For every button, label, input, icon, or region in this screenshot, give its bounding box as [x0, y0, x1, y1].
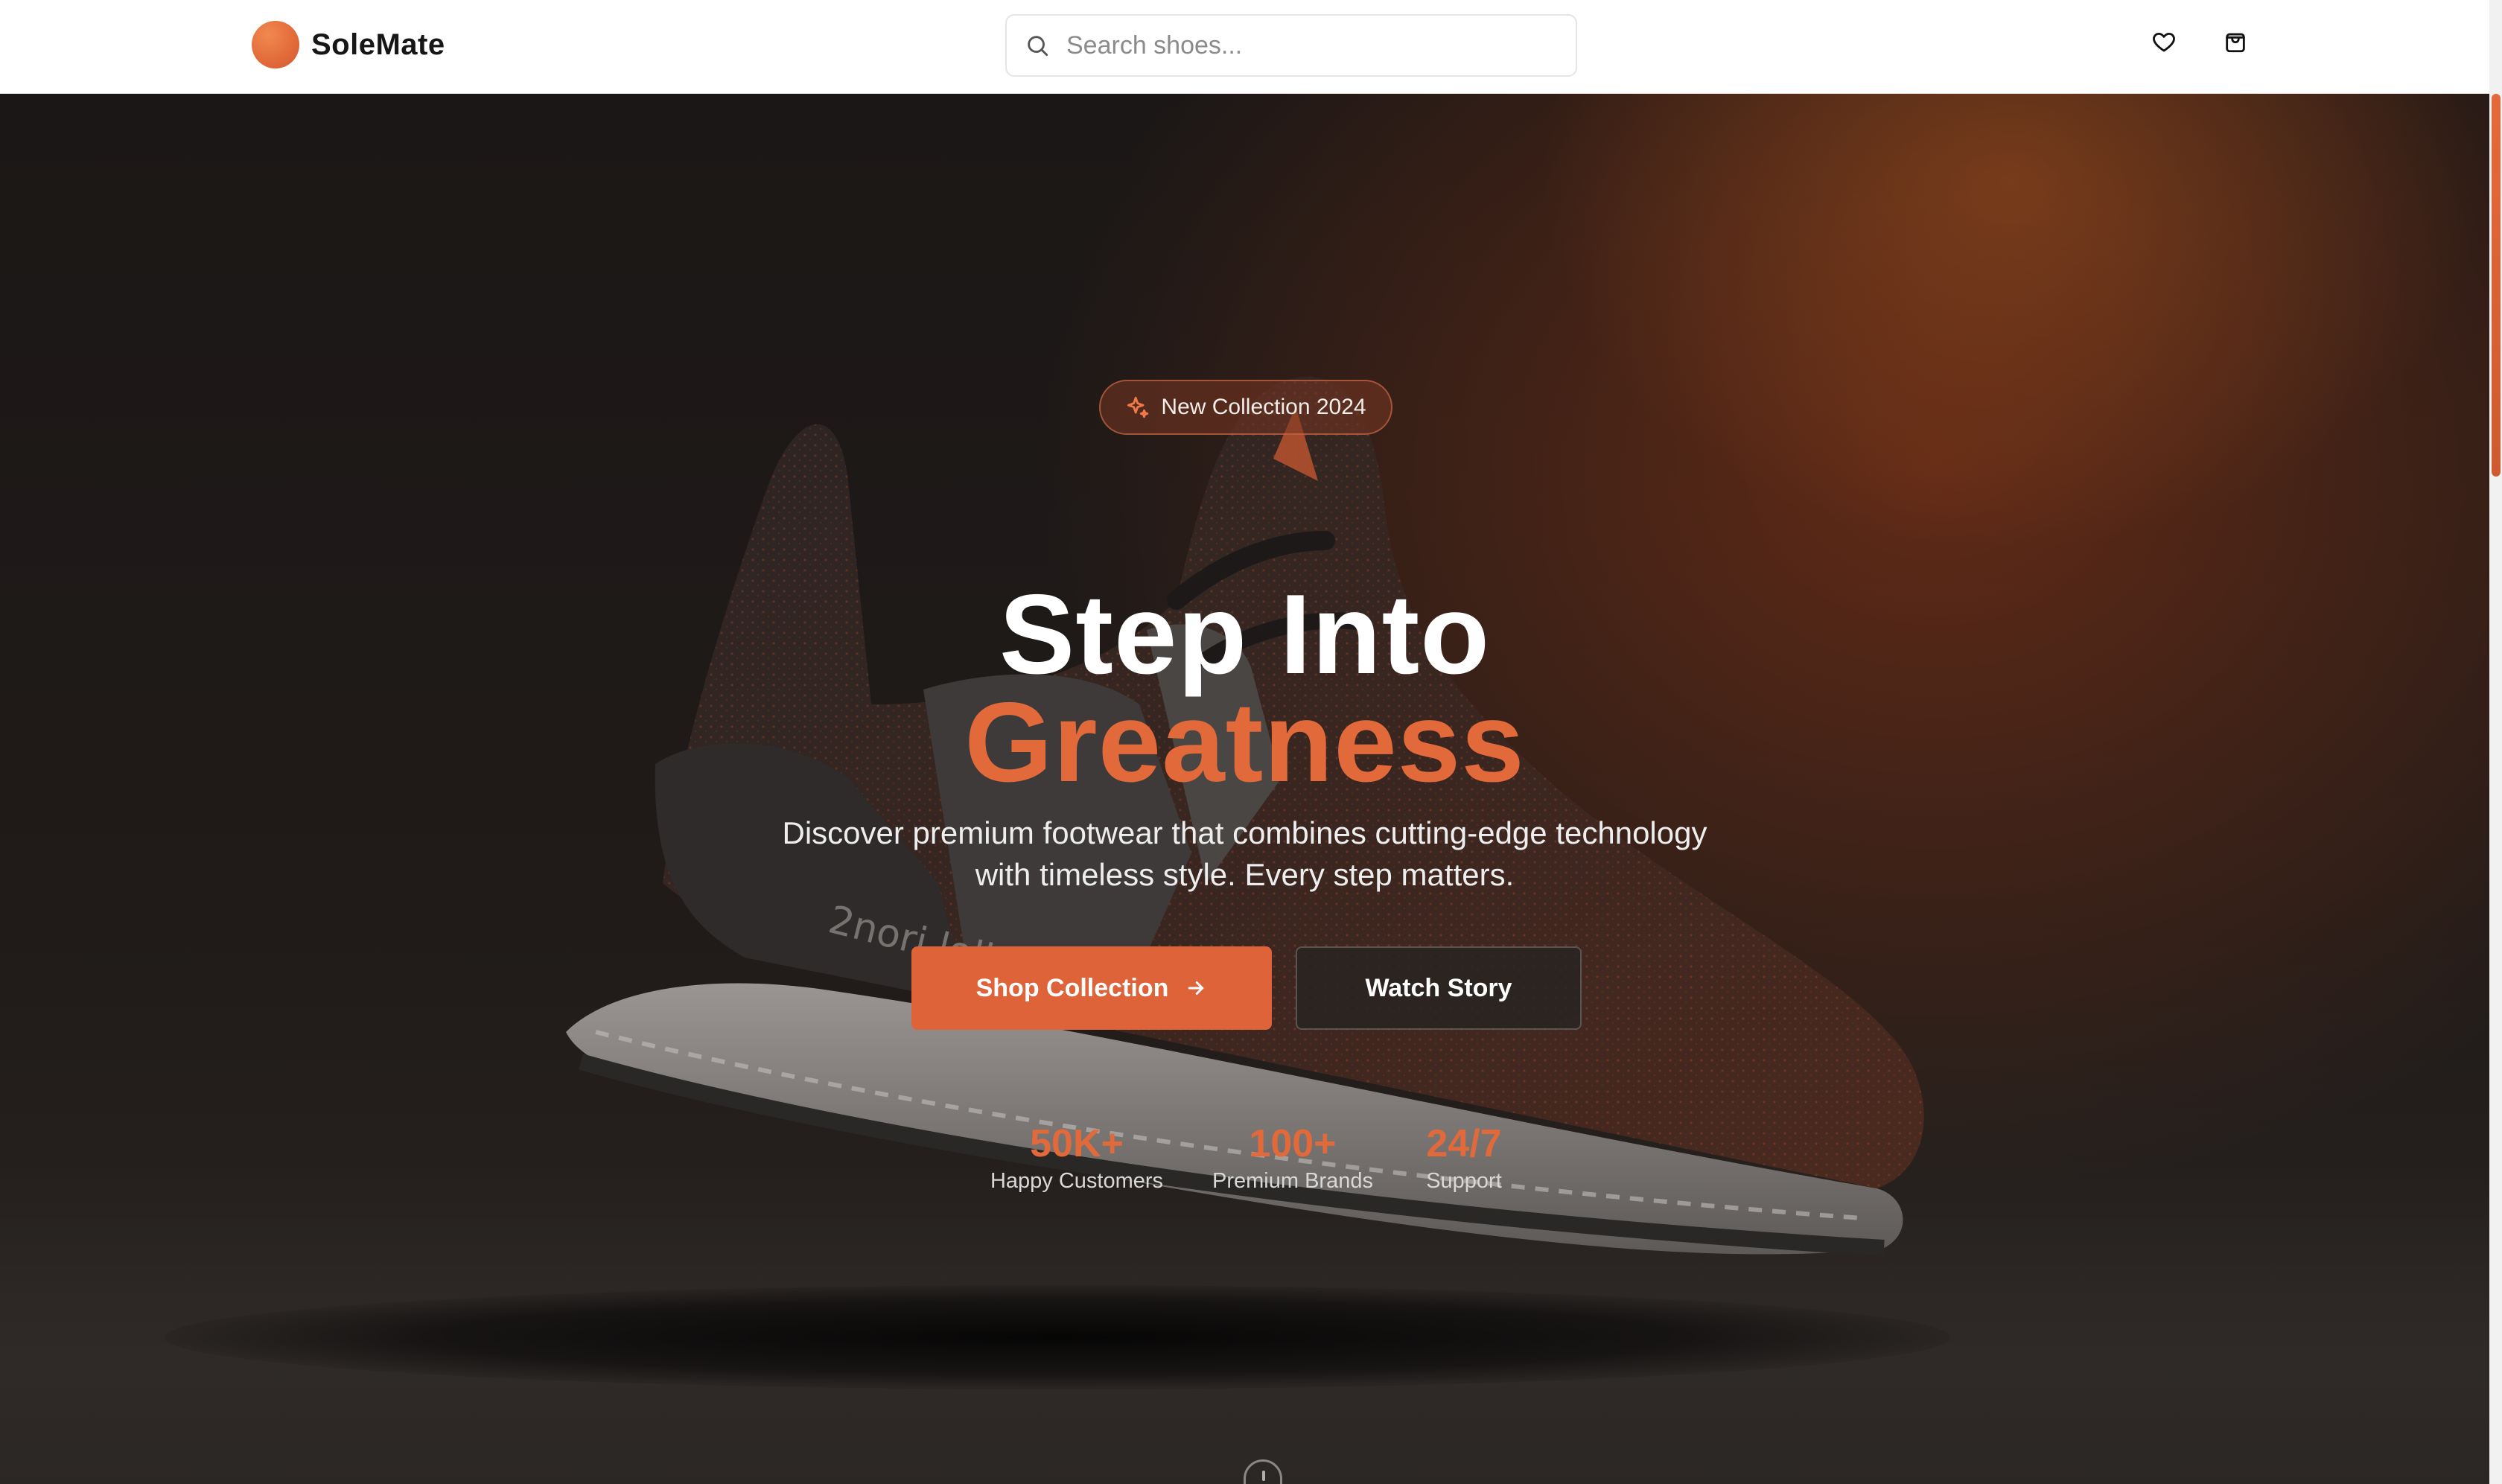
hero-title-line1: Step Into	[999, 571, 1491, 698]
hero-subtitle-line1: Discover premium footwear that combines …	[782, 815, 1707, 850]
stat-label: Premium Brands	[1212, 1169, 1373, 1193]
cart-button[interactable]	[2221, 27, 2250, 57]
brand-name: SoleMate	[311, 28, 445, 61]
hero-subtitle-line2: with timeless style. Every step matters.	[975, 857, 1515, 892]
hero-section: 2nori lolle New Collection 2024 Step Int…	[0, 94, 2489, 1484]
collection-badge: New Collection 2024	[1099, 380, 1392, 435]
stat-value: 24/7	[1426, 1122, 1502, 1165]
badge-label: New Collection 2024	[1161, 395, 1366, 419]
brand-logo-icon	[252, 21, 299, 69]
search-input[interactable]	[1066, 31, 1543, 60]
sparkles-icon	[1127, 396, 1149, 418]
stat-brands: 100+ Premium Brands	[1196, 1121, 1390, 1196]
stat-value: 50K+	[1030, 1122, 1124, 1165]
stat-label: Support	[1426, 1169, 1502, 1193]
stat-support: 24/7 Support	[1412, 1121, 1516, 1196]
site-header: SoleMate	[0, 0, 2489, 94]
shop-collection-button[interactable]: Shop Collection	[911, 946, 1272, 1030]
stat-customers: 50K+ Happy Customers	[980, 1121, 1174, 1196]
arrow-right-icon	[1188, 981, 1204, 995]
hero-title-line2: Greatness	[964, 679, 1525, 806]
shopping-bag-icon	[2226, 33, 2245, 53]
hero-subtitle: Discover premium footwear that combines …	[707, 812, 1782, 896]
stat-value: 100+	[1249, 1122, 1337, 1165]
shop-collection-label: Shop Collection	[975, 973, 1169, 1002]
watch-story-button[interactable]: Watch Story	[1296, 946, 1582, 1030]
search-icon	[1028, 36, 1048, 57]
brand[interactable]: SoleMate	[252, 21, 445, 69]
search-bar[interactable]	[1005, 14, 1577, 77]
watch-story-label: Watch Story	[1365, 973, 1512, 1002]
wishlist-button[interactable]	[2149, 27, 2179, 57]
stat-label: Happy Customers	[990, 1169, 1164, 1193]
page-scrollbar-thumb[interactable]	[2492, 94, 2501, 477]
heart-icon	[2153, 32, 2175, 52]
